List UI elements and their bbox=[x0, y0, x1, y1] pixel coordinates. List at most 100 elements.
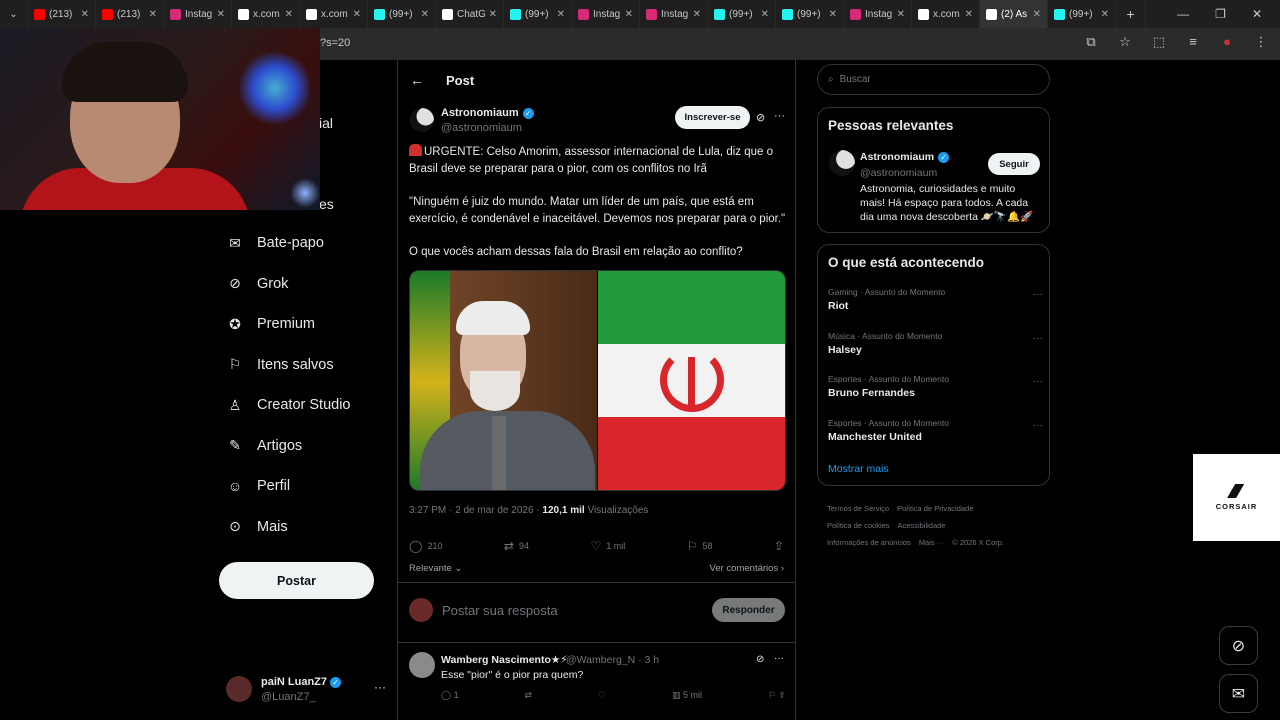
footer-link[interactable]: Política de Privacidade bbox=[897, 504, 973, 513]
install-app-icon[interactable]: ⧉ bbox=[1082, 34, 1100, 50]
more-icon[interactable]: ··· bbox=[774, 110, 785, 122]
sidebar-item-artigos[interactable]: ✎ Artigos bbox=[227, 437, 302, 454]
reply-button[interactable]: ◯ 210 bbox=[409, 539, 442, 553]
browser-tab[interactable]: ChatG ✕ bbox=[436, 0, 504, 28]
browser-tab[interactable]: Instag ✕ bbox=[572, 0, 640, 28]
trend-item[interactable]: Esportes · Assunto do Momento Manchester … bbox=[828, 418, 1043, 443]
browser-tab[interactable]: (99+) ✕ bbox=[504, 0, 572, 28]
footer-link[interactable]: Política de cookies bbox=[827, 521, 890, 530]
more-icon[interactable]: ··· bbox=[1033, 289, 1043, 300]
browser-tab[interactable]: (2) As ✕ bbox=[980, 0, 1048, 28]
close-tab-icon[interactable]: ✕ bbox=[693, 9, 701, 20]
sidebar-item-bate-papo[interactable]: ✉ Bate-papo bbox=[227, 235, 324, 252]
trend-item[interactable]: Gaming · Assunto do Momento Riot ··· bbox=[828, 287, 1043, 312]
browser-tab[interactable]: (99+) ✕ bbox=[368, 0, 436, 28]
minimize-icon[interactable]: — bbox=[1177, 7, 1189, 21]
repost-button[interactable]: ⇄ 94 bbox=[504, 539, 529, 553]
more-icon[interactable]: ··· bbox=[774, 653, 784, 664]
post-button[interactable]: Postar bbox=[219, 562, 374, 599]
nav-item-partial-1[interactable]: ial bbox=[319, 115, 333, 131]
browser-tab[interactable]: (213) ✕ bbox=[96, 0, 164, 28]
sidebar-item-premium[interactable]: ✪ Premium bbox=[227, 316, 315, 333]
close-tab-icon[interactable]: ✕ bbox=[1033, 9, 1041, 20]
maximize-icon[interactable]: ❐ bbox=[1215, 7, 1226, 21]
browser-tab[interactable]: (99+) ✕ bbox=[1048, 0, 1116, 28]
sidebar-item-mais[interactable]: ⊙ Mais bbox=[227, 518, 288, 535]
grok-icon[interactable]: ⊘ bbox=[756, 111, 765, 124]
close-window-icon[interactable]: ✕ bbox=[1252, 7, 1262, 21]
footer-link[interactable]: Informações de anúncios bbox=[827, 538, 911, 547]
browser-tab[interactable]: Instag ✕ bbox=[164, 0, 232, 28]
sidebar-item-grok[interactable]: ⊘ Grok bbox=[227, 275, 288, 292]
relevant-handle[interactable]: @astronomiaum bbox=[860, 167, 937, 179]
close-tab-icon[interactable]: ✕ bbox=[217, 9, 225, 20]
close-tab-icon[interactable]: ✕ bbox=[761, 9, 769, 20]
footer-link[interactable]: Termos de Serviço bbox=[827, 504, 889, 513]
account-switcher[interactable]: paiN LuanZ7 ✓ @LuanZ7_ ··· bbox=[226, 674, 386, 706]
reply-input[interactable]: Postar sua resposta bbox=[442, 603, 558, 618]
browser-menu-icon[interactable]: ⋮ bbox=[1252, 34, 1270, 50]
more-icon[interactable]: ··· bbox=[1033, 376, 1043, 387]
back-arrow-icon[interactable]: ← bbox=[410, 72, 424, 88]
browser-tab[interactable]: x.com ✕ bbox=[912, 0, 980, 28]
close-tab-icon[interactable]: ✕ bbox=[897, 9, 905, 20]
close-tab-icon[interactable]: ✕ bbox=[149, 9, 157, 20]
browser-tab[interactable]: Instag ✕ bbox=[844, 0, 912, 28]
search-input[interactable]: ⌕ Buscar bbox=[817, 64, 1050, 95]
browser-tab[interactable]: (99+) ✕ bbox=[708, 0, 776, 28]
browser-tab[interactable]: x.com ✕ bbox=[300, 0, 368, 28]
nav-item-partial-2[interactable]: es bbox=[319, 196, 334, 212]
browser-tab[interactable]: x.com ✕ bbox=[232, 0, 300, 28]
media-image-portrait[interactable] bbox=[410, 271, 597, 490]
url-text[interactable]: ?s=20 bbox=[320, 37, 350, 49]
comment-reply-button[interactable]: ◯ 1 bbox=[441, 690, 459, 701]
sidebar-item-creator-studio[interactable]: ♙ Creator Studio bbox=[227, 397, 351, 414]
comment-author-name[interactable]: Wamberg Nascimento★⚡ bbox=[441, 654, 568, 666]
share-button[interactable]: ⇪ bbox=[774, 539, 784, 553]
author-name[interactable]: Astronomiaum ✓ bbox=[441, 107, 534, 119]
close-tab-icon[interactable]: ✕ bbox=[421, 9, 429, 20]
close-tab-icon[interactable]: ✕ bbox=[965, 9, 973, 20]
close-tab-icon[interactable]: ✕ bbox=[353, 9, 361, 20]
more-icon[interactable]: ··· bbox=[1033, 420, 1043, 431]
author-avatar[interactable] bbox=[410, 108, 434, 132]
sidebar-item-itens-salvos[interactable]: ⚐ Itens salvos bbox=[227, 356, 334, 373]
star-icon[interactable]: ☆ bbox=[1116, 34, 1134, 50]
messages-fab[interactable]: ✉ bbox=[1219, 674, 1258, 713]
avatar[interactable] bbox=[829, 150, 855, 176]
more-icon[interactable]: ··· bbox=[1033, 333, 1043, 344]
close-tab-icon[interactable]: ✕ bbox=[285, 9, 293, 20]
extensions-icon[interactable]: ⬚ bbox=[1150, 34, 1168, 50]
new-tab-button[interactable]: + bbox=[1116, 0, 1146, 28]
bookmark-button[interactable]: ⚐ 58 bbox=[687, 539, 713, 553]
close-tab-icon[interactable]: ✕ bbox=[625, 9, 633, 20]
follow-button[interactable]: Seguir bbox=[988, 153, 1040, 175]
comment-avatar[interactable] bbox=[409, 652, 435, 678]
close-tab-icon[interactable]: ✕ bbox=[1101, 9, 1109, 20]
close-tab-icon[interactable]: ✕ bbox=[557, 9, 565, 20]
grok-icon[interactable]: ⊘ bbox=[756, 654, 764, 665]
footer-link[interactable]: Acessibilidade bbox=[898, 521, 946, 530]
profile-avatar-icon[interactable]: ● bbox=[1218, 34, 1236, 50]
close-tab-icon[interactable]: ✕ bbox=[81, 9, 89, 20]
post-media[interactable] bbox=[409, 270, 786, 491]
grok-fab[interactable]: ⊘ bbox=[1219, 626, 1258, 665]
comment-views[interactable]: ▥ 5 mil bbox=[672, 690, 702, 701]
comment-author-handle[interactable]: @Wamberg_N · 3 h bbox=[566, 654, 659, 666]
relevant-name[interactable]: Astronomiaum ✓ bbox=[860, 151, 950, 163]
trend-item[interactable]: Música · Assunto do Momento Halsey ··· bbox=[828, 331, 1043, 356]
close-tab-icon[interactable]: ✕ bbox=[489, 9, 497, 20]
browser-tab[interactable]: (213) ✕ bbox=[28, 0, 96, 28]
subscribe-button[interactable]: Inscrever-se bbox=[675, 106, 750, 129]
sort-dropdown[interactable]: Relevante ⌄ bbox=[409, 563, 462, 574]
browser-tab[interactable]: (99+) ✕ bbox=[776, 0, 844, 28]
comment-repost-button[interactable]: ⇄ bbox=[525, 690, 533, 701]
corsair-ad[interactable]: CORSAIR bbox=[1193, 454, 1280, 541]
author-handle[interactable]: @astronomiaum bbox=[441, 122, 522, 134]
media-image-flag[interactable] bbox=[597, 271, 785, 490]
footer-link[interactable]: © 2026 X Corp. bbox=[952, 538, 1004, 547]
close-tab-icon[interactable]: ✕ bbox=[829, 9, 837, 20]
media-icon[interactable]: ≡ bbox=[1184, 34, 1202, 50]
comment-bookmark-button[interactable]: ⚐ ⇪ bbox=[768, 690, 786, 701]
reply-submit-button[interactable]: Responder bbox=[712, 598, 785, 622]
